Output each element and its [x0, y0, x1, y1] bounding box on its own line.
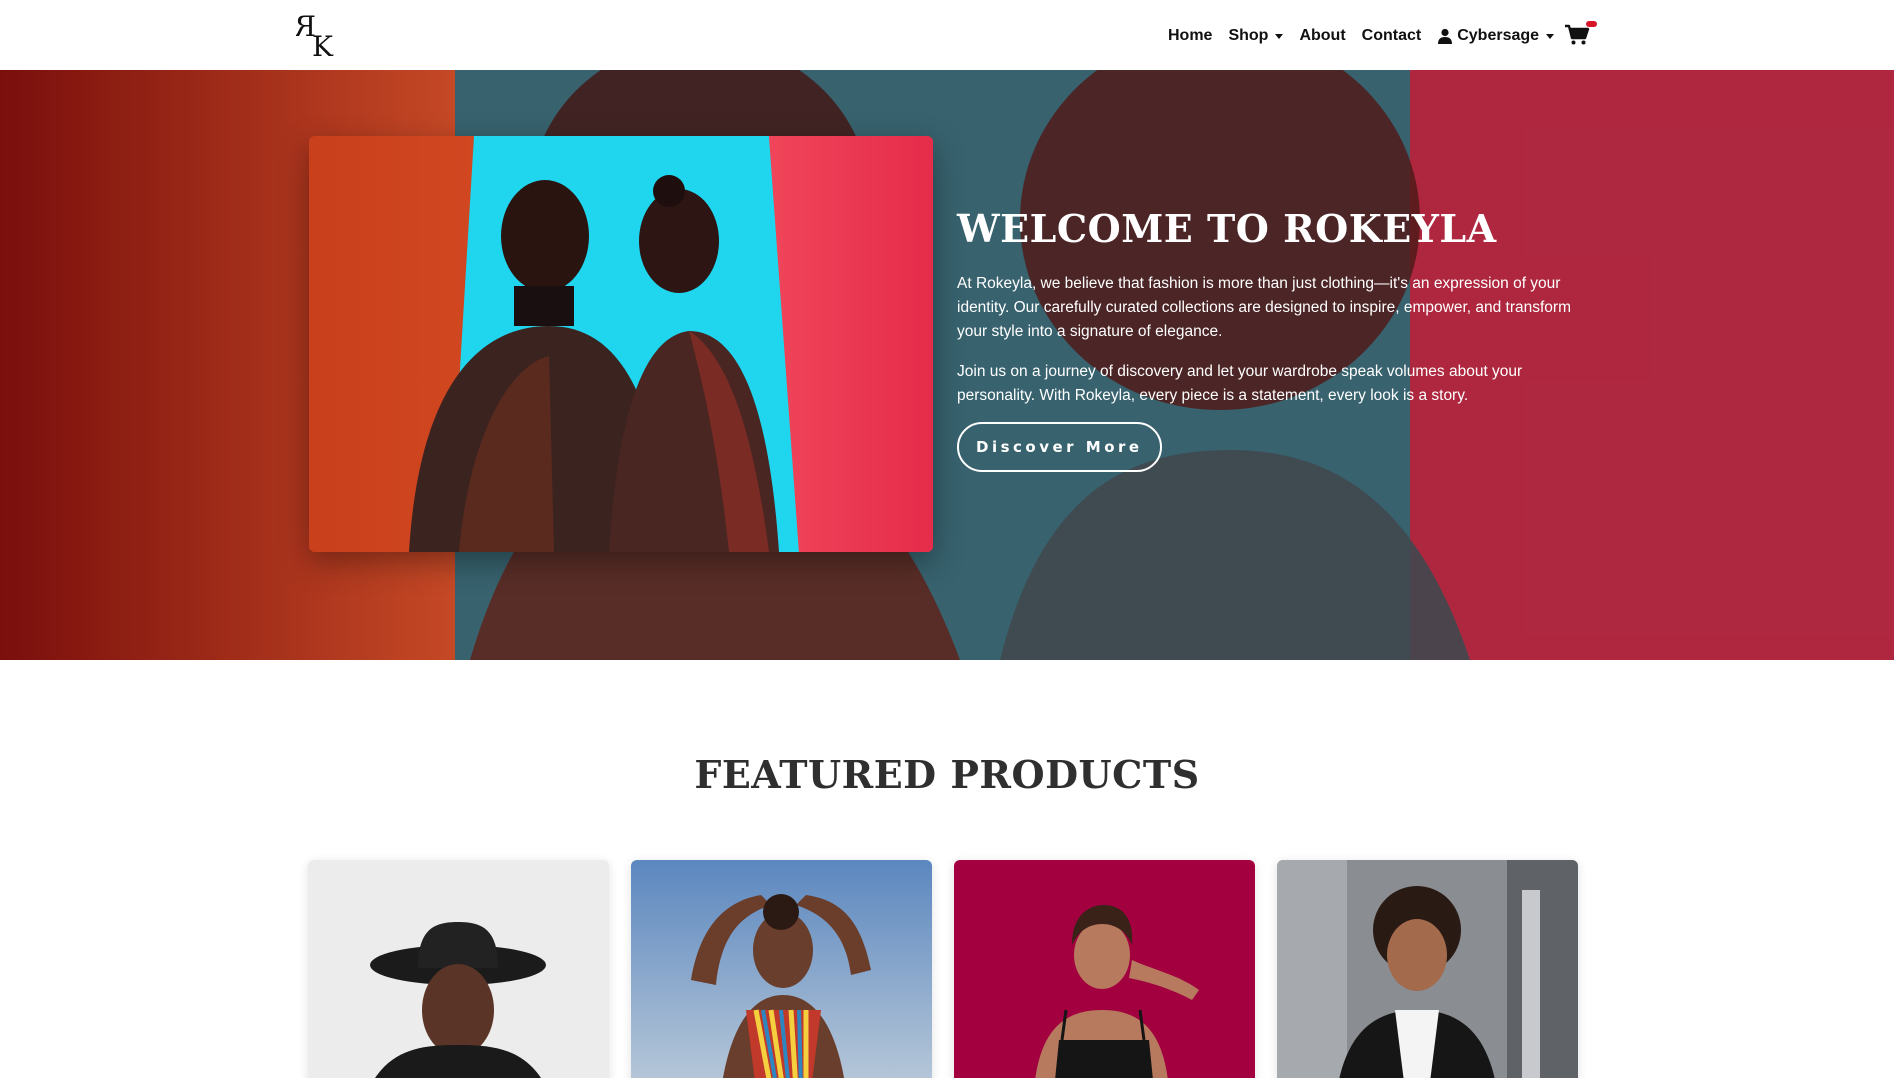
hero-paragraph-1: At Rokeyla, we believe that fashion is m… — [957, 274, 1571, 340]
svg-text:K: K — [312, 30, 334, 60]
nav-home-label: Home — [1168, 27, 1213, 44]
user-name-label: Cybersage — [1457, 27, 1540, 44]
product-card[interactable] — [1277, 860, 1578, 1078]
main-nav: Home Shop About Contact Cybersage — [1168, 24, 1570, 48]
hero-banner: WELCOME TO ROKEYLA At Rokeyla, we believ… — [0, 70, 1894, 660]
top-navbar: R K Home Shop About Contact Cybersage — [0, 0, 1894, 70]
nav-home-link[interactable]: Home — [1168, 24, 1212, 48]
product-image-woman-beaded — [631, 860, 932, 1078]
user-menu-dropdown[interactable]: Cybersage — [1437, 24, 1555, 48]
hero-content: WELCOME TO ROKEYLA At Rokeyla, we believ… — [957, 206, 1587, 472]
product-image-woman-black-top — [954, 860, 1255, 1078]
brand-logo[interactable]: R K — [294, 10, 340, 63]
hero-background-image — [0, 70, 1894, 660]
user-icon — [1438, 28, 1453, 44]
cart-icon[interactable] — [1564, 24, 1590, 46]
nav-shop-label: Shop — [1228, 27, 1269, 44]
product-image-woman-blazer — [1277, 860, 1578, 1078]
hero-paragraph-2: Join us on a journey of discovery and le… — [957, 362, 1523, 404]
product-card[interactable] — [954, 860, 1255, 1078]
cart-badge — [1586, 21, 1597, 27]
featured-products-grid — [308, 860, 1578, 1078]
featured-products-heading: FEATURED PRODUCTS — [694, 752, 1200, 797]
discover-more-button[interactable]: Discover More — [957, 421, 1162, 472]
product-card[interactable] — [631, 860, 932, 1078]
hero-feature-image — [309, 136, 933, 552]
chevron-down-icon — [1546, 33, 1555, 39]
nav-about-label: About — [1299, 27, 1346, 44]
nav-contact-label: Contact — [1361, 27, 1422, 44]
product-card[interactable] — [308, 860, 609, 1078]
nav-contact-link[interactable]: Contact — [1362, 24, 1422, 48]
nav-about-link[interactable]: About — [1299, 24, 1345, 48]
hero-title: WELCOME TO ROKEYLA — [957, 206, 1497, 251]
nav-shop-dropdown[interactable]: Shop — [1228, 24, 1284, 48]
product-image-man-in-hat — [308, 860, 609, 1078]
chevron-down-icon — [1275, 33, 1284, 39]
